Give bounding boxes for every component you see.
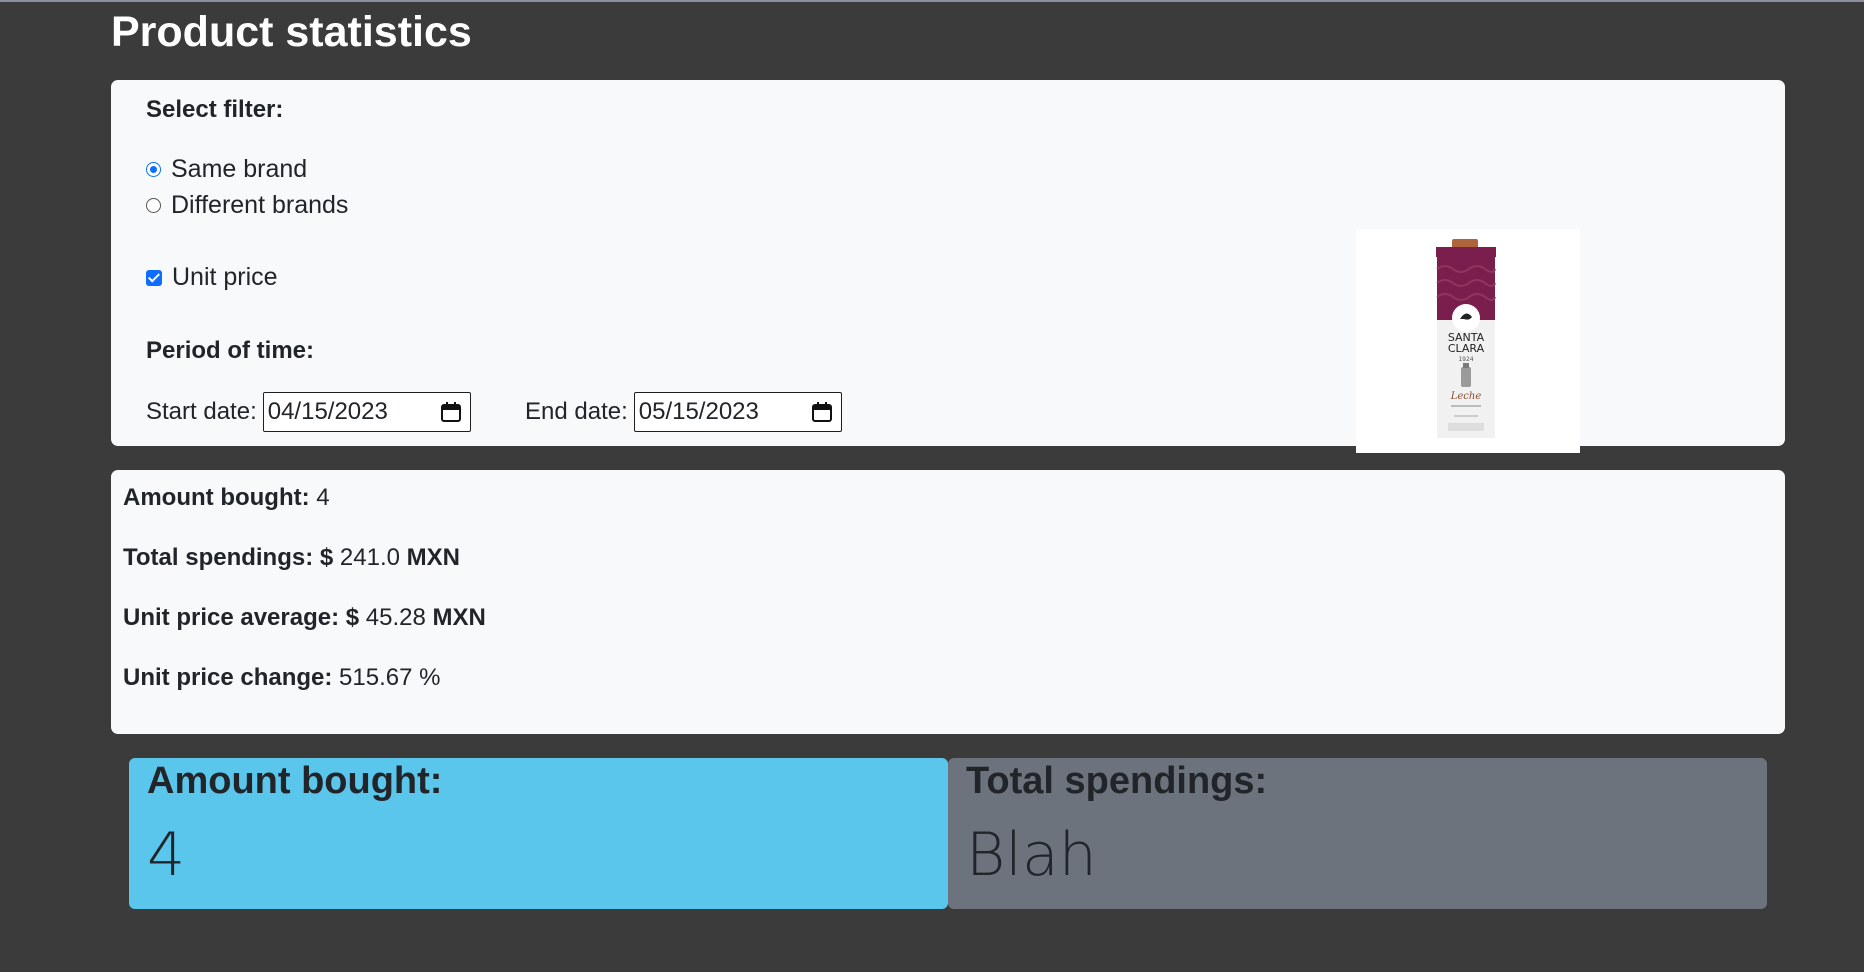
filter-card: Select filter: Same brand Different bran… bbox=[111, 80, 1785, 453]
amount-tile-title: Amount bought: bbox=[147, 760, 443, 802]
start-date-input[interactable]: 04/15/2023 bbox=[262, 392, 471, 432]
stat-amount-value: 4 bbox=[316, 484, 330, 511]
unit-price-checkbox[interactable]: Unit price bbox=[146, 263, 278, 292]
stat-total-currency: $ bbox=[319, 544, 334, 571]
end-date-label: End date: bbox=[525, 398, 628, 425]
amount-tile: Amount bought: 4 bbox=[129, 758, 948, 909]
stats-card: Amount bought: 4 Total spendings: $ 241.… bbox=[111, 470, 1785, 734]
milk-carton-illustration: SANTA CLARA 1924 Leche bbox=[1436, 239, 1496, 438]
product-image: SANTA CLARA 1924 Leche bbox=[1356, 229, 1580, 453]
unit-price-label: Unit price bbox=[172, 263, 278, 291]
radio-same-brand[interactable]: Same brand bbox=[146, 155, 307, 184]
end-date-group: End date: 05/15/2023 bbox=[525, 392, 842, 432]
period-label: Period of time: bbox=[146, 337, 315, 364]
page-title: Product statistics bbox=[111, 8, 472, 56]
stat-average-unit: MXN bbox=[432, 604, 486, 631]
product-name: Leche bbox=[1450, 391, 1482, 402]
start-date-label: Start date: bbox=[146, 398, 257, 425]
select-filter-label: Select filter: bbox=[146, 96, 284, 123]
calendar-icon[interactable] bbox=[440, 401, 462, 423]
start-date-group: Start date: 04/15/2023 bbox=[146, 392, 471, 432]
radio-different-brands-indicator[interactable] bbox=[146, 198, 161, 213]
radio-same-brand-label: Same brand bbox=[171, 155, 308, 183]
stat-change: Unit price change: 515.67 % bbox=[123, 664, 440, 692]
unit-price-checkbox-indicator[interactable] bbox=[146, 269, 162, 286]
amount-tile-value: 4 bbox=[147, 820, 186, 890]
stat-average: Unit price average: $ 45.28 MXN bbox=[123, 604, 486, 632]
stat-total: Total spendings: $ 241.0 MXN bbox=[123, 544, 460, 572]
start-date-value: 04/15/2023 bbox=[267, 398, 388, 425]
stat-average-currency: $ bbox=[345, 604, 360, 631]
radio-different-brands-label: Different brands bbox=[171, 191, 349, 219]
radio-different-brands[interactable]: Different brands bbox=[146, 191, 348, 220]
total-tile-value: Blah bbox=[966, 820, 1097, 890]
stat-change-value: 515.67 % bbox=[339, 664, 441, 691]
stat-average-value: 45.28 bbox=[365, 604, 426, 631]
total-tile-title: Total spendings: bbox=[966, 760, 1268, 802]
radio-same-brand-indicator[interactable] bbox=[146, 162, 161, 177]
stat-change-label: Unit price change: bbox=[123, 664, 333, 691]
brand-sub: 1924 bbox=[1458, 356, 1473, 363]
stat-amount-label: Amount bought: bbox=[123, 484, 310, 511]
calendar-icon[interactable] bbox=[811, 401, 833, 423]
end-date-input[interactable]: 05/15/2023 bbox=[633, 392, 842, 432]
end-date-value: 05/15/2023 bbox=[638, 398, 759, 425]
stat-total-value: 241.0 bbox=[339, 544, 400, 571]
stat-amount: Amount bought: 4 bbox=[123, 484, 330, 512]
stat-total-unit: MXN bbox=[406, 544, 460, 571]
total-tile: Total spendings: Blah bbox=[948, 758, 1767, 909]
brand-line2: CLARA bbox=[1448, 342, 1485, 355]
stat-total-label: Total spendings: bbox=[123, 544, 314, 571]
stat-average-label: Unit price average: bbox=[123, 604, 340, 631]
